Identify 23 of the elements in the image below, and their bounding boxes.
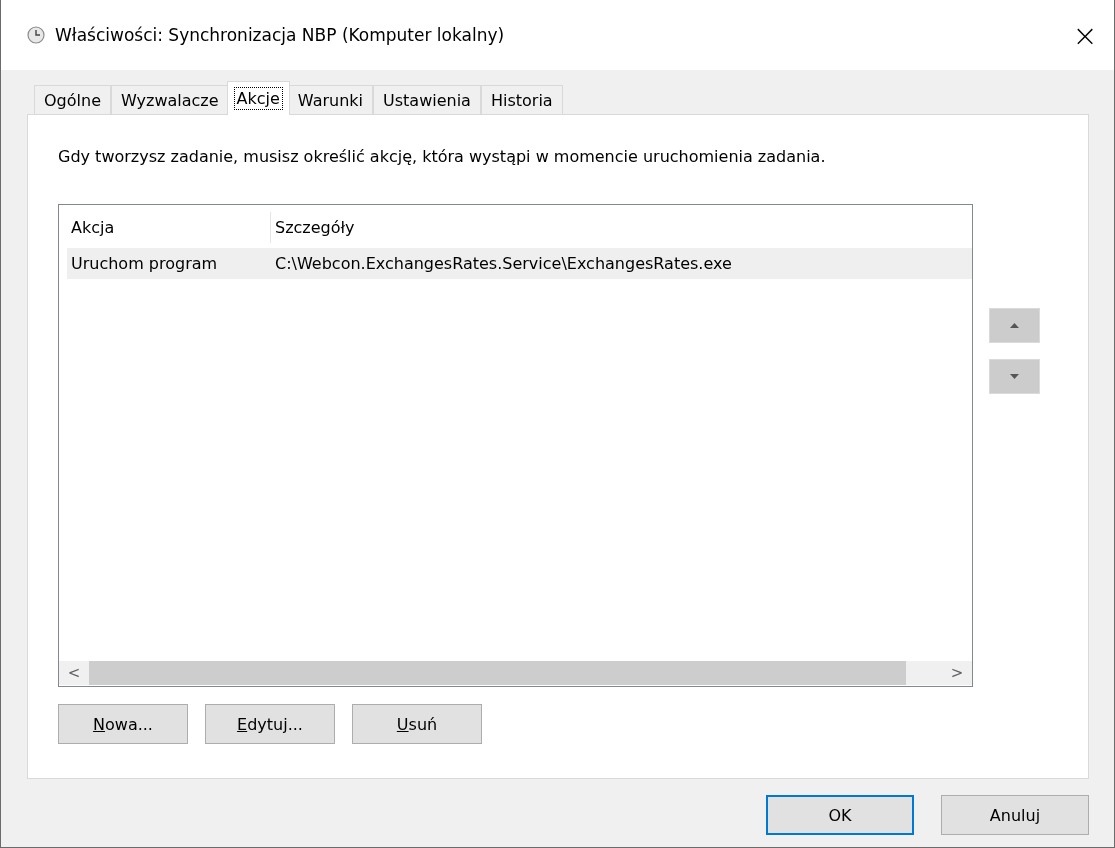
tab[interactable]: Ustawienia [373,85,481,115]
dialog-button[interactable]: Anuluj [941,795,1089,835]
column-header[interactable]: Szczegóły [271,212,971,243]
tab[interactable]: Akcje [226,81,290,115]
triangle-up-icon [1010,323,1019,328]
close-button[interactable]: × [1060,10,1110,60]
tab[interactable]: Wyzwalacze [110,85,229,115]
tab[interactable]: Historia [480,85,563,115]
tab[interactable]: Warunki [287,85,374,115]
triangle-down-icon [1010,374,1019,379]
column-header[interactable]: Akcja [67,212,271,243]
action-button[interactable]: Usuń [352,704,482,744]
description-text: Gdy tworzysz zadanie, musisz określić akcję, która wystąpi w momencie uruchomienia zadania. [58,147,827,166]
horizontal-scrollbar[interactable]: < > [59,661,972,685]
window-title: Właściwości: Synchronizacja NBP (Komputer lokalny) [55,25,506,45]
tab[interactable]: Ogólne [34,85,111,115]
table-row[interactable]: Uruchom program C:\Webcon.ExchangesRates.Service\ExchangesRates.exe [67,248,972,279]
action-button[interactable]: Edytuj... [205,704,335,744]
clock-icon [27,26,45,44]
move-up-button[interactable] [989,308,1040,343]
action-button[interactable]: Nowa... [58,704,188,744]
move-down-button[interactable] [989,359,1040,394]
dialog-button[interactable]: OK [766,795,914,835]
